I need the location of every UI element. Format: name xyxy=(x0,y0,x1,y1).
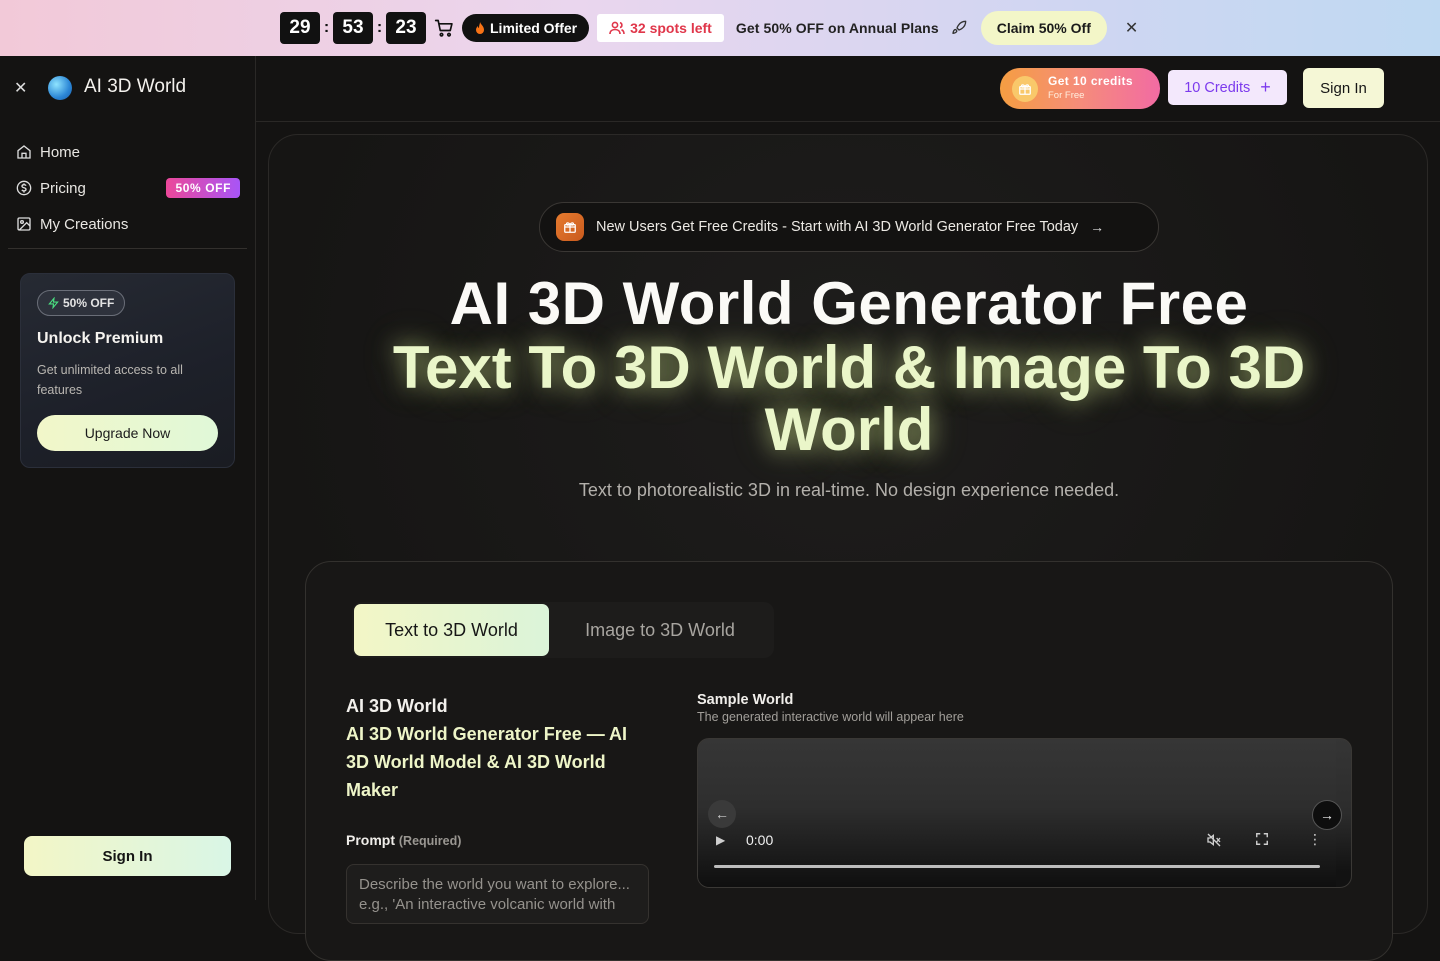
gift-icon xyxy=(556,213,584,241)
prompt-label: Prompt (Required) xyxy=(346,832,646,848)
sidebar-item-home[interactable]: Home xyxy=(16,134,248,170)
tab-image-to-3d-world[interactable]: Image to 3D World xyxy=(565,604,755,656)
lightning-icon xyxy=(48,297,59,309)
spots-left-badge: 32 spots left xyxy=(597,14,724,42)
get-credits-sublabel: For Free xyxy=(1048,90,1085,101)
previous-sample-button[interactable]: ← xyxy=(708,800,736,828)
form-title: AI 3D World xyxy=(346,696,448,716)
video-time: 0:00 xyxy=(746,832,774,848)
claim-offer-button[interactable]: Claim 50% Off xyxy=(980,11,1107,45)
prompt-required-label: (Required) xyxy=(398,834,462,848)
premium-discount-badge: 50% OFF xyxy=(37,290,126,316)
premium-description: Get unlimited access to all features xyxy=(37,363,183,397)
promo-offer-text: Get 50% OFF on Annual Plans xyxy=(735,20,939,36)
hero-subtitle: Text to photorealistic 3D in real-time. … xyxy=(578,480,1120,500)
close-icon[interactable]: ✕ xyxy=(14,78,27,98)
credits-label: 10 Credits xyxy=(1184,79,1251,96)
fire-icon xyxy=(476,22,484,34)
users-icon xyxy=(609,21,625,35)
sample-world-description: The generated interactive world will app… xyxy=(697,710,964,724)
upgrade-button[interactable]: Upgrade Now xyxy=(37,415,218,451)
promo-banner: 29 : 53 : 23 Limited Offer 32 spots left… xyxy=(0,0,1440,56)
generator-card: Text to 3D World Image to 3D World AI 3D… xyxy=(305,561,1393,961)
spots-left-label: 32 spots left xyxy=(630,20,712,36)
home-icon xyxy=(17,145,31,159)
promo-content: 29 : 53 : 23 Limited Offer 32 spots left… xyxy=(280,10,1138,46)
sidebar-divider xyxy=(8,248,247,249)
prompt-input[interactable]: Describe the world you want to explore..… xyxy=(346,864,649,924)
main-panel: New Users Get Free Credits - Start with … xyxy=(268,134,1428,961)
dollar-icon xyxy=(16,180,32,196)
more-options-icon[interactable]: ⋮ xyxy=(1308,831,1322,848)
announcement-pill[interactable]: New Users Get Free Credits - Start with … xyxy=(539,202,1159,252)
credits-balance-button[interactable]: 10 Credits + xyxy=(1168,70,1287,105)
fullscreen-icon[interactable] xyxy=(1255,832,1269,846)
page-title: AI 3D World Generator Free xyxy=(449,270,1249,337)
plus-icon: + xyxy=(1260,77,1271,97)
sidebar-item-my-creations[interactable]: My Creations xyxy=(16,206,248,242)
timer-separator: : xyxy=(376,19,383,36)
timer-minutes: 29 xyxy=(280,12,320,44)
hero-headline: Text To 3D World & Image To 3D World xyxy=(392,334,1306,463)
sidebar-nav: Home Pricing 50% OFF My Creations xyxy=(16,134,248,242)
sample-video-player[interactable]: ▶ 0:00 ⋮ ← → xyxy=(697,738,1352,888)
sidebar-item-label: Home xyxy=(40,143,81,161)
gift-icon xyxy=(1012,76,1038,102)
tab-text-to-3d-world[interactable]: Text to 3D World xyxy=(354,604,549,656)
limited-offer-label: Limited Offer xyxy=(490,20,578,36)
sample-world-title: Sample World xyxy=(697,692,794,708)
close-icon[interactable]: ✕ xyxy=(1125,18,1138,38)
timer-seconds: 53 xyxy=(333,12,373,44)
arrow-right-icon: → xyxy=(1090,219,1105,235)
timer-separator: : xyxy=(323,19,330,36)
prompt-label-text: Prompt xyxy=(346,832,395,848)
discount-badge: 50% OFF xyxy=(166,178,240,198)
limited-offer-badge: Limited Offer xyxy=(462,14,590,42)
top-bar: Get 10 credits For Free 10 Credits + Sig… xyxy=(256,56,1440,122)
mode-tabs: Text to 3D World Image to 3D World xyxy=(352,602,774,658)
play-icon[interactable]: ▶ xyxy=(716,833,725,847)
premium-badge-label: 50% OFF xyxy=(63,296,115,310)
video-progress-bar[interactable] xyxy=(714,865,1320,868)
app-logo-icon xyxy=(48,76,72,100)
announcement-text: New Users Get Free Credits - Start with … xyxy=(596,219,1079,235)
next-sample-button[interactable]: → xyxy=(1312,800,1342,830)
sample-world-panel: Sample World The generated interactive w… xyxy=(697,692,1353,888)
rocket-icon xyxy=(952,20,967,34)
premium-card: 50% OFF Unlock Premium Get unlimited acc… xyxy=(20,273,235,468)
image-icon xyxy=(17,217,31,231)
sidebar-sign-in-button[interactable]: Sign In xyxy=(24,836,231,876)
sidebar-item-label: My Creations xyxy=(40,215,129,233)
generator-form: AI 3D World AI 3D World Generator Free —… xyxy=(346,692,649,924)
get-free-credits-button[interactable]: Get 10 credits For Free xyxy=(1000,68,1160,109)
form-subtitle: AI 3D World Generator Free — AI 3D World… xyxy=(346,724,628,800)
sidebar: ✕ AI 3D World Home Pricing 50% OFF My Cr… xyxy=(0,56,256,900)
cart-icon xyxy=(434,19,453,37)
header-sign-in-button[interactable]: Sign In xyxy=(1303,68,1384,108)
get-credits-label: Get 10 credits xyxy=(1048,74,1133,88)
app-title: AI 3D World xyxy=(84,76,187,97)
sidebar-item-pricing[interactable]: Pricing 50% OFF xyxy=(16,170,248,206)
muted-icon[interactable] xyxy=(1206,832,1222,848)
sidebar-item-label: Pricing xyxy=(40,179,86,197)
timer-centis: 23 xyxy=(386,12,426,44)
premium-title: Unlock Premium xyxy=(37,330,164,347)
